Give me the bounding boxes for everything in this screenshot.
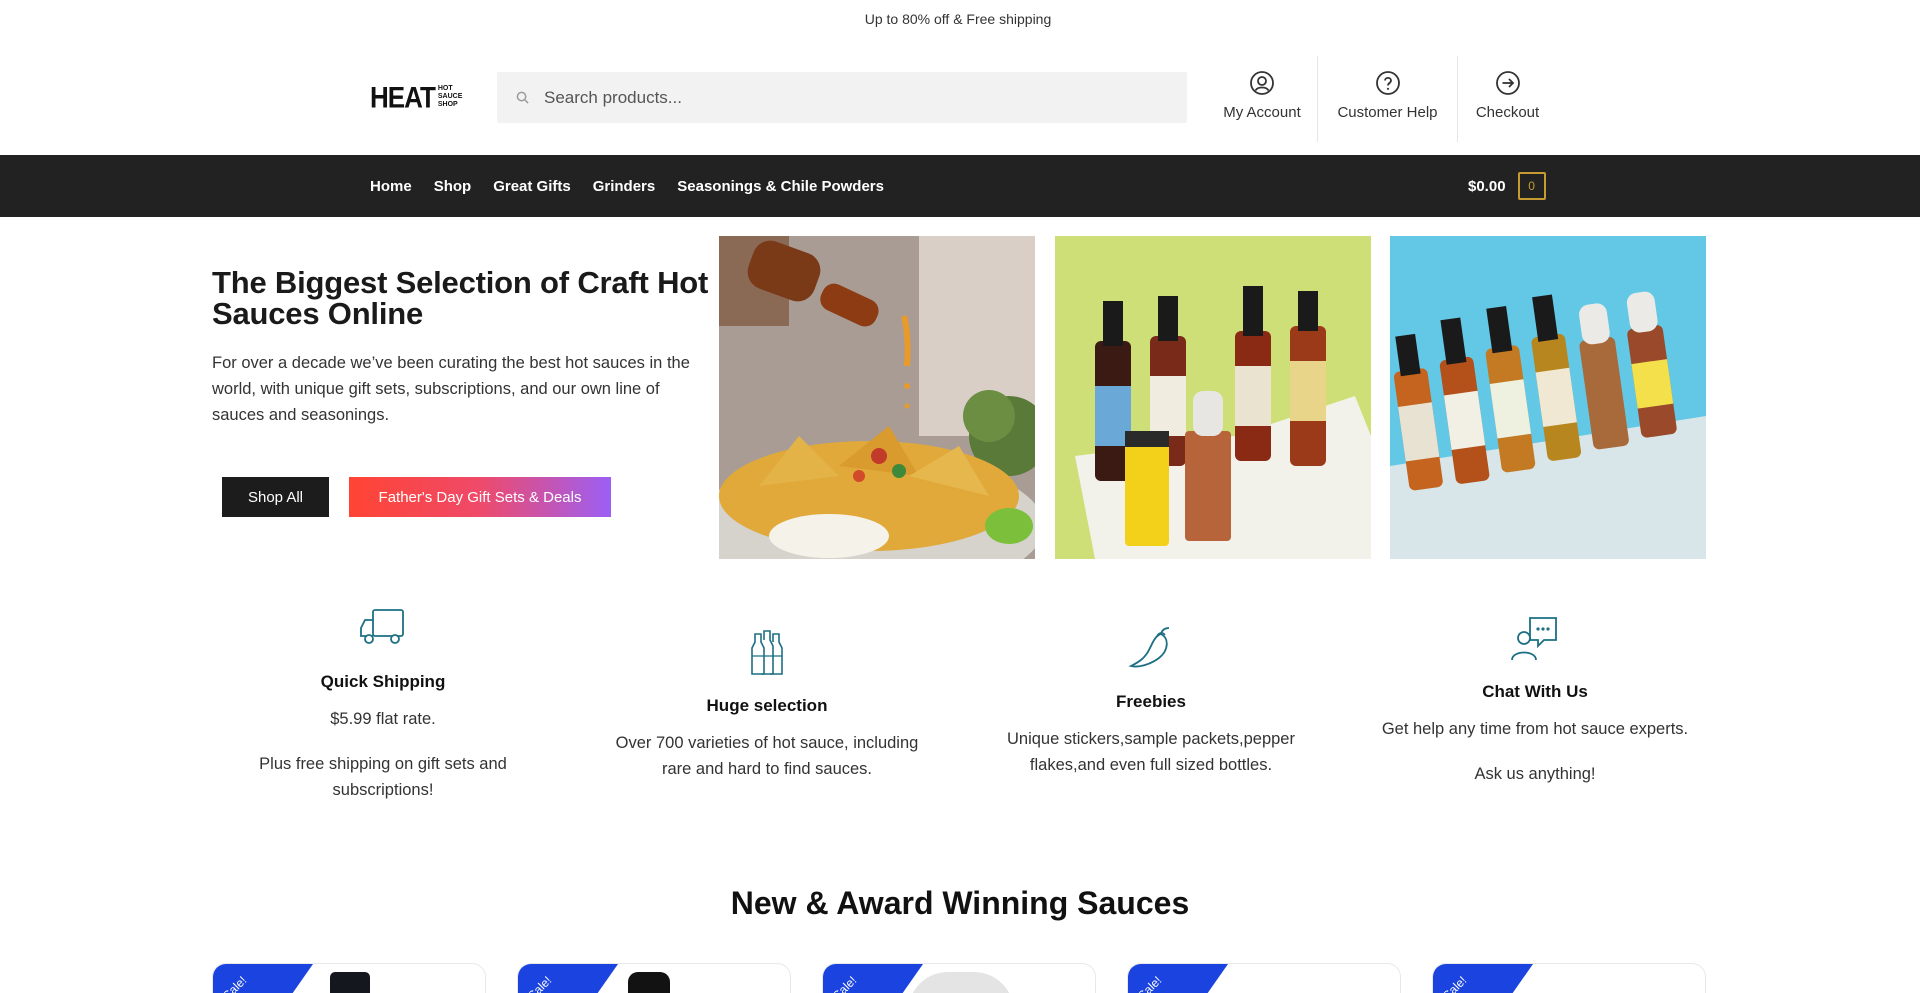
shop-all-button[interactable]: Shop All [222, 477, 329, 517]
feature-text: Over 700 varieties of hot sauce, includi… [615, 734, 919, 778]
chat-person-icon [1511, 617, 1557, 661]
feature-huge-selection: Huge selection Over 700 varieties of hot… [587, 628, 947, 782]
feature-title: Chat With Us [1482, 682, 1588, 701]
customer-help-label: Customer Help [1337, 104, 1438, 121]
product-image [908, 972, 1014, 993]
logo-sub-line-1: HOT [437, 85, 453, 92]
question-circle-icon [1375, 71, 1400, 95]
bottles-blue-illustration [1390, 236, 1706, 559]
cart-count-badge: 0 [1517, 172, 1546, 200]
product-card[interactable]: Sale! [517, 963, 791, 993]
user-circle-icon [1250, 71, 1274, 95]
product-card[interactable]: Sale! [212, 963, 486, 993]
hero-section: The Biggest Selection of Craft Hot Sauce… [0, 217, 1920, 577]
nav-items: Home Shop Great Gifts Grinders Seasoning… [370, 155, 906, 217]
arrow-circle-right-icon [1495, 71, 1520, 95]
nav-item-grinders[interactable]: Grinders [593, 178, 656, 195]
logo-wordmark: HEAT [370, 79, 436, 114]
my-account-link[interactable]: My Account [1207, 56, 1317, 142]
product-card[interactable]: Sale! [1432, 963, 1706, 993]
cart-link[interactable]: $0.00 0 [1468, 172, 1546, 200]
main-nav: Home Shop Great Gifts Grinders Seasoning… [0, 155, 1920, 217]
site-header: HEAT HOT SAUCE SHOP My Account [0, 38, 1920, 155]
site-logo[interactable]: HEAT HOT SAUCE SHOP [370, 78, 462, 116]
checkout-link[interactable]: Checkout [1457, 56, 1557, 142]
hero-title: The Biggest Selection of Craft Hot Sauce… [212, 265, 709, 331]
hero-image-nachos[interactable] [719, 236, 1035, 559]
hero-image-bottles-green[interactable] [1055, 236, 1371, 559]
feature-chat-with-us: Chat With Us Get help any time from hot … [1355, 614, 1715, 787]
feature-text: Unique stickers,sample packets,pepper fl… [1007, 730, 1295, 774]
section-title: New & Award Winning Sauces [730, 885, 1190, 921]
feature-title: Quick Shipping [320, 672, 446, 691]
nav-item-shop[interactable]: Shop [434, 178, 472, 195]
bottles-icon [751, 630, 783, 675]
feature-text: Ask us anything! [1474, 765, 1596, 783]
my-account-label: My Account [1223, 104, 1301, 121]
nav-item-seasonings[interactable]: Seasonings & Chile Powders [677, 178, 884, 195]
cart-amount: $0.00 [1468, 177, 1506, 195]
feature-title: Huge selection [706, 696, 828, 715]
hero-description: For over a decade we’ve been curating th… [212, 354, 690, 424]
truck-icon [360, 609, 404, 644]
nav-item-great-gifts[interactable]: Great Gifts [493, 178, 571, 195]
product-image [628, 972, 670, 993]
product-card[interactable]: Sale! [822, 963, 1096, 993]
product-card[interactable]: Sale! [1127, 963, 1401, 993]
features-section: Quick Shipping $5.99 flat rate. Plus fre… [0, 600, 1920, 840]
promo-text: Up to 80% off & Free shipping [864, 11, 1052, 27]
search-icon [516, 91, 529, 104]
logo-subtitle: HOT SAUCE SHOP [438, 85, 463, 109]
product-image [330, 972, 370, 993]
search-input[interactable] [544, 87, 1144, 108]
hero-image-bottles-blue[interactable] [1390, 236, 1706, 559]
bottles-green-illustration [1055, 236, 1371, 559]
checkout-label: Checkout [1475, 104, 1540, 121]
nav-item-home[interactable]: Home [370, 178, 412, 195]
search-box[interactable] [497, 72, 1187, 123]
feature-quick-shipping: Quick Shipping $5.99 flat rate. Plus fre… [203, 608, 563, 803]
feature-text: $5.99 flat rate. [330, 710, 436, 728]
feature-title: Freebies [1116, 692, 1186, 711]
logo-sub-line-3: SHOP [437, 101, 458, 108]
feature-text: Get help any time from hot sauce experts… [1381, 720, 1689, 738]
feature-freebies: Freebies Unique stickers,sample packets,… [971, 624, 1331, 778]
fathers-day-button[interactable]: Father's Day Gift Sets & Deals [349, 477, 611, 517]
chili-pepper-icon [1128, 627, 1170, 668]
header-links: My Account Customer Help Checkout [1207, 56, 1557, 142]
nachos-illustration [719, 236, 1035, 559]
promo-bar: Up to 80% off & Free shipping [0, 0, 1920, 38]
feature-text: Plus free shipping on gift sets and subs… [259, 755, 507, 799]
logo-sub-line-2: SAUCE [437, 93, 463, 100]
customer-help-link[interactable]: Customer Help [1317, 56, 1457, 142]
